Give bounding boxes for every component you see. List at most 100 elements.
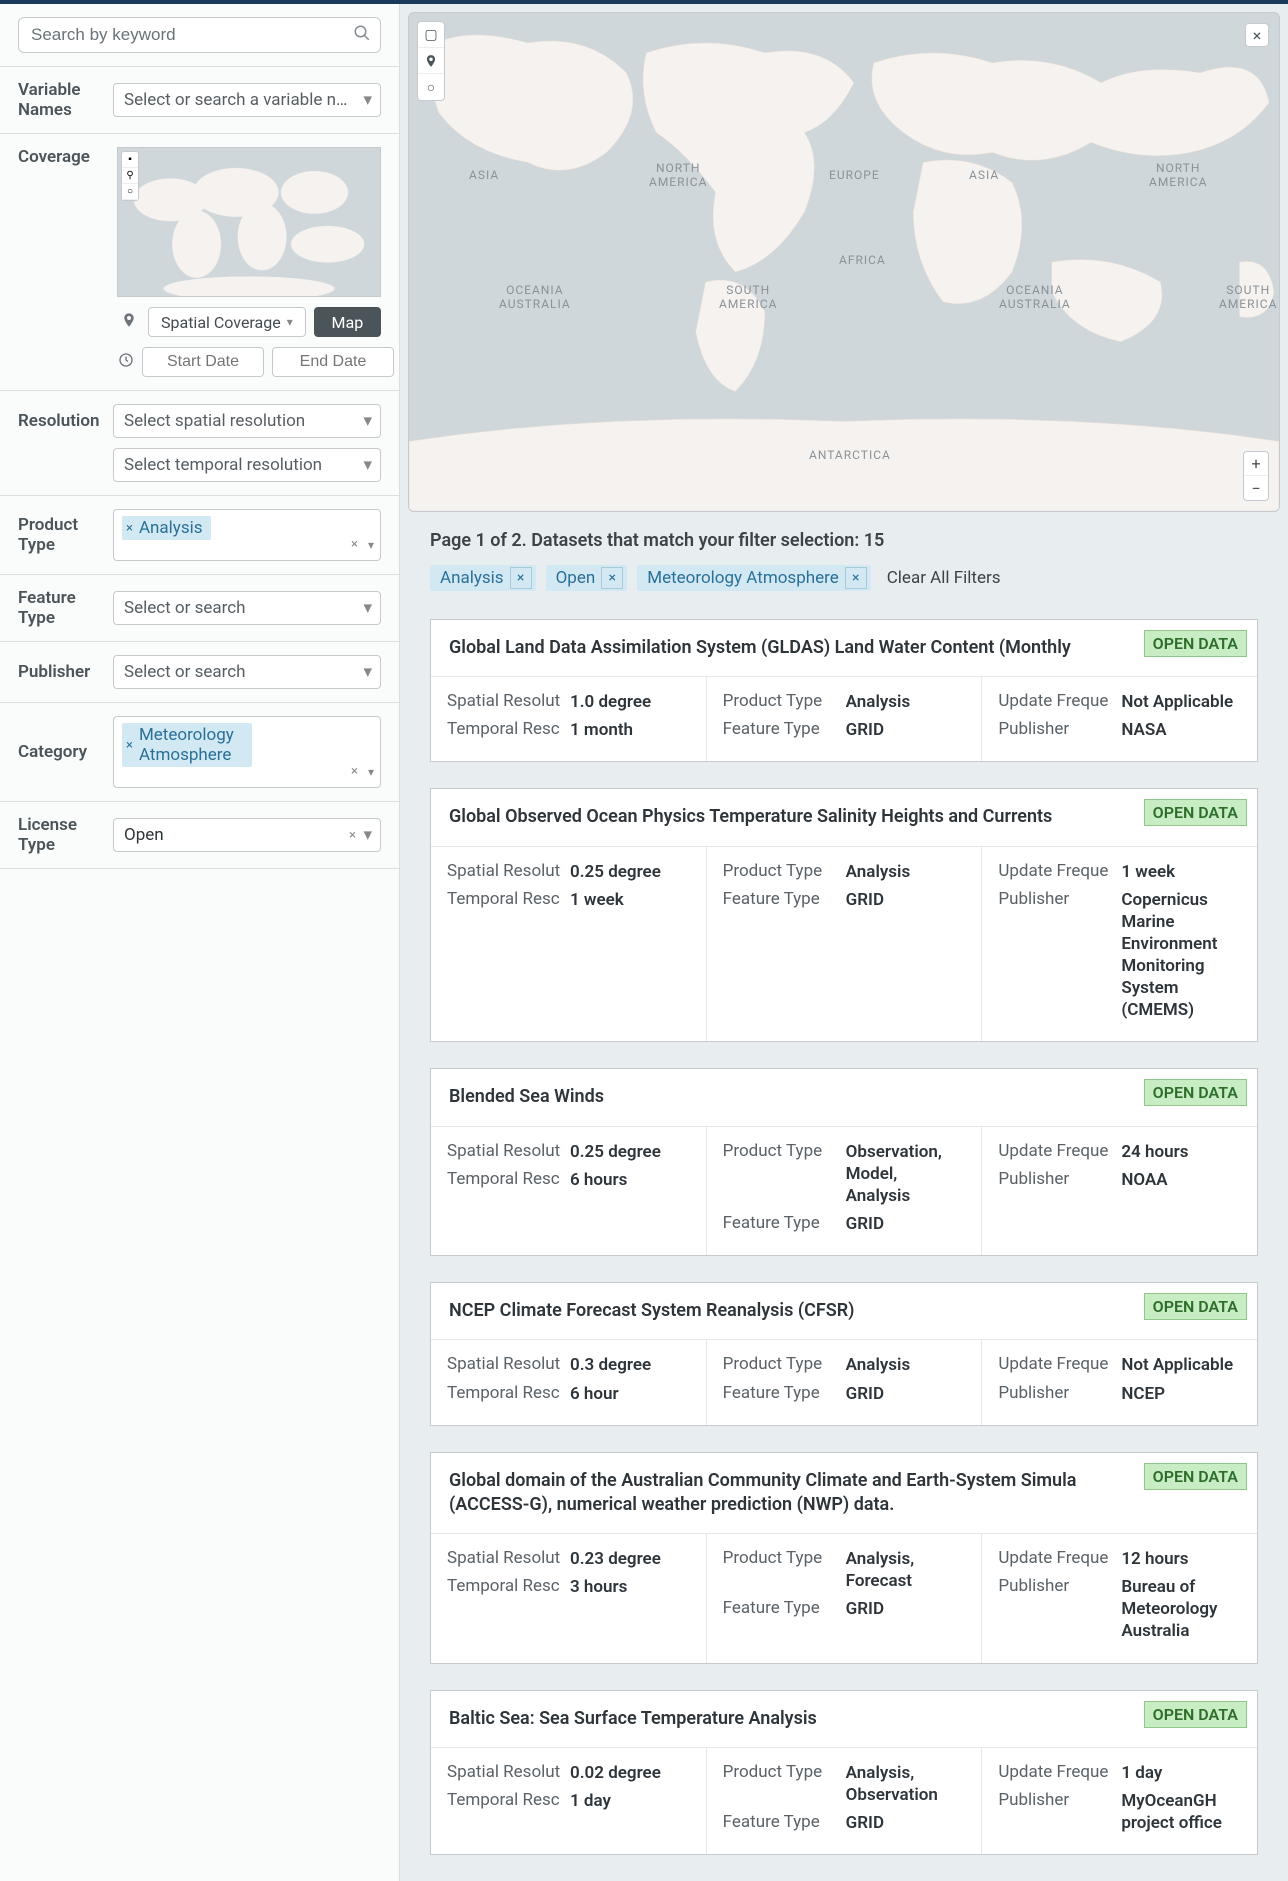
spatial-resolution-select[interactable]: Select spatial resolution ▾ xyxy=(113,404,381,438)
field-label: Temporal Resc xyxy=(447,1790,562,1812)
open-data-badge: OPEN DATA xyxy=(1144,630,1247,657)
end-date-input[interactable] xyxy=(272,347,394,377)
select-placeholder: Select or search a variable n… xyxy=(124,90,347,110)
field-label: Spatial Resolut xyxy=(447,1548,562,1570)
remove-tag-icon[interactable]: × xyxy=(126,521,133,536)
field-label: Spatial Resolut xyxy=(447,1354,562,1376)
variable-names-label: Variable Names xyxy=(18,80,103,120)
field-value: 1 week xyxy=(1121,861,1175,883)
map-tools: ▢ ○ xyxy=(417,21,445,101)
clear-icon[interactable]: × xyxy=(351,537,358,552)
open-data-badge: OPEN DATA xyxy=(1144,1079,1247,1106)
open-data-badge: OPEN DATA xyxy=(1144,1293,1247,1320)
dataset-card[interactable]: Global domain of the Australian Communit… xyxy=(430,1452,1258,1664)
resolution-label: Resolution xyxy=(18,411,103,431)
remove-chip-icon[interactable]: × xyxy=(601,567,623,589)
field-value: NCEP xyxy=(1121,1383,1165,1405)
map-label: NORTH AMERICA xyxy=(649,161,707,189)
license-select[interactable]: Open × ▾ xyxy=(113,818,381,852)
spatial-coverage-button[interactable]: Spatial Coverage ▾ xyxy=(148,307,306,337)
dataset-card[interactable]: NCEP Climate Forecast System Reanalysis … xyxy=(430,1282,1258,1425)
field-value: 24 hours xyxy=(1121,1141,1188,1163)
field-value: 6 hour xyxy=(570,1383,619,1405)
close-map-button[interactable]: × xyxy=(1245,23,1269,47)
clear-icon[interactable]: × xyxy=(349,828,356,843)
circle-icon[interactable]: ○ xyxy=(122,184,138,200)
draw-box-icon[interactable]: ▢ xyxy=(418,22,444,48)
remove-tag-icon[interactable]: × xyxy=(126,738,133,753)
map-zoom: + − xyxy=(1243,451,1269,501)
circle-icon[interactable]: ○ xyxy=(418,74,444,100)
field-value: 1 week xyxy=(570,889,624,911)
field-value: Observation, Model, Analysis xyxy=(846,1141,966,1207)
field-value: 6 hours xyxy=(570,1169,627,1191)
dataset-card[interactable]: Baltic Sea: Sea Surface Temperature Anal… xyxy=(430,1690,1258,1856)
field-value: 1.0 degree xyxy=(570,691,651,713)
temporal-resolution-select[interactable]: Select temporal resolution ▾ xyxy=(113,448,381,482)
field-label: Publisher xyxy=(998,719,1113,741)
chevron-down-icon: ▾ xyxy=(363,825,372,845)
field-label: Spatial Resolut xyxy=(447,691,562,713)
field-value: Copernicus Marine Environment Monitoring… xyxy=(1121,889,1241,1022)
start-date-input[interactable] xyxy=(142,347,264,377)
remove-chip-icon[interactable]: × xyxy=(845,567,867,589)
map-label: EUROPE xyxy=(829,168,880,182)
chevron-down-icon: ▾ xyxy=(363,90,372,110)
field-value: NASA xyxy=(1121,719,1166,741)
field-label: Feature Type xyxy=(723,719,838,741)
field-value: 1 month xyxy=(570,719,633,741)
open-data-badge: OPEN DATA xyxy=(1144,1463,1247,1490)
field-label: Product Type xyxy=(723,861,838,883)
map-label: NORTH AMERICA xyxy=(1149,161,1207,189)
search-input[interactable] xyxy=(18,17,381,53)
dataset-card[interactable]: Global Land Data Assimilation System (GL… xyxy=(430,619,1258,762)
world-map[interactable]: ASIA NORTH AMERICA EUROPE ASIA NORTH AME… xyxy=(408,12,1280,512)
dataset-card[interactable]: Blended Sea WindsOPEN DATASpatial Resolu… xyxy=(430,1068,1258,1256)
open-data-badge: OPEN DATA xyxy=(1144,1701,1247,1728)
coverage-mini-map[interactable]: ▪ ⚲ ○ xyxy=(117,147,381,297)
chip-label: Meteorology Atmosphere xyxy=(647,568,838,588)
field-label: Feature Type xyxy=(723,1383,838,1405)
tag-category: × Meteorology Atmosphere xyxy=(122,723,252,767)
map-button[interactable]: Map xyxy=(314,307,381,337)
field-value: Analysis xyxy=(846,1354,911,1376)
mini-map-tools: ▪ ⚲ ○ xyxy=(121,151,139,201)
field-value: Bureau of Meteorology Australia xyxy=(1121,1576,1241,1642)
publisher-select[interactable]: Select or search ▾ xyxy=(113,655,381,689)
tag-analysis: × Analysis xyxy=(122,516,211,540)
field-label: Temporal Resc xyxy=(447,719,562,741)
zoom-in-button[interactable]: + xyxy=(1244,452,1268,476)
field-label: Temporal Resc xyxy=(447,1383,562,1405)
coverage-label: Coverage xyxy=(18,147,103,167)
pin-icon[interactable] xyxy=(418,48,444,74)
field-label: Publisher xyxy=(998,889,1113,1022)
product-type-select[interactable]: × Analysis × ▾ xyxy=(113,509,381,561)
remove-chip-icon[interactable]: × xyxy=(510,567,532,589)
field-value: 3 hours xyxy=(570,1576,627,1598)
chevron-down-icon: ▾ xyxy=(363,411,372,431)
field-label: Publisher xyxy=(998,1169,1113,1191)
pin-icon[interactable]: ⚲ xyxy=(122,168,138,184)
clear-icon[interactable]: × xyxy=(351,764,358,779)
feature-type-select[interactable]: Select or search ▾ xyxy=(113,591,381,625)
clear-all-filters[interactable]: Clear All Filters xyxy=(887,568,1001,588)
category-label: Category xyxy=(18,742,103,762)
zoom-out-button[interactable]: − xyxy=(1244,476,1268,500)
chevron-down-icon: ▾ xyxy=(363,455,372,475)
field-label: Spatial Resolut xyxy=(447,1141,562,1163)
variable-names-select[interactable]: Select or search a variable n… ▾ xyxy=(113,83,381,117)
map-label: SOUTH AMERICA xyxy=(719,283,777,311)
keyword-search[interactable] xyxy=(18,17,381,53)
draw-box-icon[interactable]: ▪ xyxy=(122,152,138,168)
product-type-label: Product Type xyxy=(18,515,103,555)
map-label: SOUTH AMERICA xyxy=(1219,283,1277,311)
field-label: Spatial Resolut xyxy=(447,861,562,883)
chip-label: Analysis xyxy=(440,568,504,588)
category-select[interactable]: × Meteorology Atmosphere × ▾ xyxy=(113,716,381,788)
field-label: Temporal Resc xyxy=(447,889,562,911)
clock-icon xyxy=(118,352,134,372)
field-label: Temporal Resc xyxy=(447,1169,562,1191)
field-label: Feature Type xyxy=(723,1213,838,1235)
dataset-card[interactable]: Global Observed Ocean Physics Temperatur… xyxy=(430,788,1258,1042)
filter-chip: Open× xyxy=(546,565,628,591)
